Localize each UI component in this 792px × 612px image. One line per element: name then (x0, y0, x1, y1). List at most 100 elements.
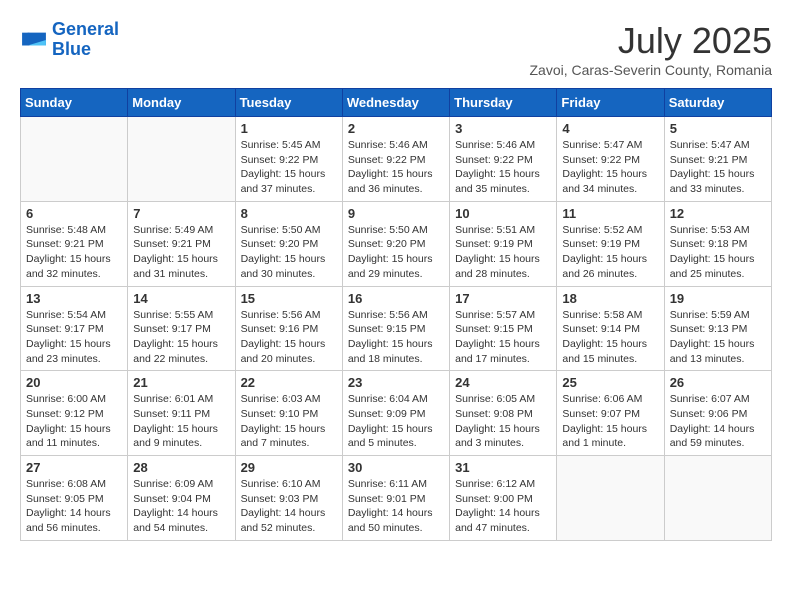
day-info: Sunrise: 5:45 AM Sunset: 9:22 PM Dayligh… (241, 138, 337, 197)
day-info: Sunrise: 6:11 AM Sunset: 9:01 PM Dayligh… (348, 477, 444, 536)
day-number: 10 (455, 206, 551, 221)
calendar-cell: 7Sunrise: 5:49 AM Sunset: 9:21 PM Daylig… (128, 201, 235, 286)
day-info: Sunrise: 6:09 AM Sunset: 9:04 PM Dayligh… (133, 477, 229, 536)
logo-icon (20, 29, 48, 51)
day-info: Sunrise: 5:52 AM Sunset: 9:19 PM Dayligh… (562, 223, 658, 282)
week-row-3: 13 Sunrise: 5:54 AM Sunset: 9:17 PM Dayli… (21, 286, 772, 371)
weekday-header-wednesday: Wednesday (342, 89, 449, 117)
day-info: Sunrise: 5:58 AM Sunset: 9:14 PM Dayligh… (562, 308, 658, 367)
calendar-cell: 11 Sunrise: 5:52 AM Sunset: 9:19 PM Dayli… (557, 201, 664, 286)
calendar-cell: 20Sunrise: 6:00 AM Sunset: 9:12 PM Dayli… (21, 371, 128, 456)
day-number: 28 (133, 460, 229, 475)
day-number: 20 (26, 375, 122, 390)
day-number: 9 (348, 206, 444, 221)
calendar-cell: 16 Sunrise: 5:56 AM Sunset: 9:15 PM Dayli… (342, 286, 449, 371)
day-info: Sunrise: 5:51 AM Sunset: 9:19 PM Dayligh… (455, 223, 551, 282)
calendar-cell: 17 Sunrise: 5:57 AM Sunset: 9:15 PM Dayli… (450, 286, 557, 371)
day-number: 19 (670, 291, 766, 306)
weekday-header-tuesday: Tuesday (235, 89, 342, 117)
day-number: 26 (670, 375, 766, 390)
calendar-cell: 15 Sunrise: 5:56 AM Sunset: 9:16 PM Dayli… (235, 286, 342, 371)
logo-line1: General (52, 19, 119, 39)
day-number: 2 (348, 121, 444, 136)
day-info: Sunrise: 5:50 AM Sunset: 9:20 PM Dayligh… (241, 223, 337, 282)
day-info: Sunrise: 5:54 AM Sunset: 9:17 PM Dayligh… (26, 308, 122, 367)
calendar-cell (664, 456, 771, 541)
calendar-cell: 31 Sunrise: 6:12 AM Sunset: 9:00 PM Dayli… (450, 456, 557, 541)
day-number: 8 (241, 206, 337, 221)
day-number: 23 (348, 375, 444, 390)
day-number: 27 (26, 460, 122, 475)
day-info: Sunrise: 6:06 AM Sunset: 9:07 PM Dayligh… (562, 392, 658, 451)
day-info: Sunrise: 6:03 AM Sunset: 9:10 PM Dayligh… (241, 392, 337, 451)
calendar-cell: 12Sunrise: 5:53 AM Sunset: 9:18 PM Dayli… (664, 201, 771, 286)
calendar-cell (128, 117, 235, 202)
day-info: Sunrise: 6:10 AM Sunset: 9:03 PM Dayligh… (241, 477, 337, 536)
day-number: 3 (455, 121, 551, 136)
day-info: Sunrise: 5:57 AM Sunset: 9:15 PM Dayligh… (455, 308, 551, 367)
day-info: Sunrise: 5:50 AM Sunset: 9:20 PM Dayligh… (348, 223, 444, 282)
day-number: 1 (241, 121, 337, 136)
day-info: Sunrise: 5:55 AM Sunset: 9:17 PM Dayligh… (133, 308, 229, 367)
day-info: Sunrise: 6:04 AM Sunset: 9:09 PM Dayligh… (348, 392, 444, 451)
day-number: 16 (348, 291, 444, 306)
day-number: 6 (26, 206, 122, 221)
weekday-header-saturday: Saturday (664, 89, 771, 117)
calendar-cell: 8 Sunrise: 5:50 AM Sunset: 9:20 PM Daylig… (235, 201, 342, 286)
calendar-cell: 27 Sunrise: 6:08 AM Sunset: 9:05 PM Dayli… (21, 456, 128, 541)
day-info: Sunrise: 6:08 AM Sunset: 9:05 PM Dayligh… (26, 477, 122, 536)
calendar-title: July 2025 (529, 20, 772, 62)
calendar-cell: 18 Sunrise: 5:58 AM Sunset: 9:14 PM Dayli… (557, 286, 664, 371)
calendar-cell (21, 117, 128, 202)
day-number: 22 (241, 375, 337, 390)
calendar-cell: 5Sunrise: 5:47 AM Sunset: 9:21 PM Daylig… (664, 117, 771, 202)
day-number: 11 (562, 206, 658, 221)
calendar-cell: 23 Sunrise: 6:04 AM Sunset: 9:09 PM Dayli… (342, 371, 449, 456)
day-number: 15 (241, 291, 337, 306)
calendar-cell (557, 456, 664, 541)
calendar-cell: 22 Sunrise: 6:03 AM Sunset: 9:10 PM Dayli… (235, 371, 342, 456)
logo-text: General Blue (52, 20, 119, 60)
day-info: Sunrise: 5:53 AM Sunset: 9:18 PM Dayligh… (670, 223, 766, 282)
week-row-1: 1 Sunrise: 5:45 AM Sunset: 9:22 PM Daylig… (21, 117, 772, 202)
logo-line2: Blue (52, 39, 91, 59)
calendar-subtitle: Zavoi, Caras-Severin County, Romania (529, 62, 772, 78)
calendar-cell: 13 Sunrise: 5:54 AM Sunset: 9:17 PM Dayli… (21, 286, 128, 371)
weekday-header-friday: Friday (557, 89, 664, 117)
calendar-cell: 30 Sunrise: 6:11 AM Sunset: 9:01 PM Dayli… (342, 456, 449, 541)
day-number: 24 (455, 375, 551, 390)
calendar-cell: 19 Sunrise: 5:59 AM Sunset: 9:13 PM Dayli… (664, 286, 771, 371)
day-info: Sunrise: 5:59 AM Sunset: 9:13 PM Dayligh… (670, 308, 766, 367)
day-info: Sunrise: 5:46 AM Sunset: 9:22 PM Dayligh… (455, 138, 551, 197)
day-info: Sunrise: 5:56 AM Sunset: 9:15 PM Dayligh… (348, 308, 444, 367)
day-number: 21 (133, 375, 229, 390)
calendar-cell: 29Sunrise: 6:10 AM Sunset: 9:03 PM Dayli… (235, 456, 342, 541)
day-info: Sunrise: 6:12 AM Sunset: 9:00 PM Dayligh… (455, 477, 551, 536)
calendar-cell: 10 Sunrise: 5:51 AM Sunset: 9:19 PM Dayli… (450, 201, 557, 286)
day-info: Sunrise: 5:46 AM Sunset: 9:22 PM Dayligh… (348, 138, 444, 197)
day-number: 18 (562, 291, 658, 306)
weekday-header-monday: Monday (128, 89, 235, 117)
page-header: General Blue July 2025 Zavoi, Caras-Seve… (20, 20, 772, 78)
weekday-header-thursday: Thursday (450, 89, 557, 117)
weekday-header-sunday: Sunday (21, 89, 128, 117)
calendar-cell: 9 Sunrise: 5:50 AM Sunset: 9:20 PM Daylig… (342, 201, 449, 286)
calendar-cell: 14Sunrise: 5:55 AM Sunset: 9:17 PM Dayli… (128, 286, 235, 371)
day-info: Sunrise: 6:01 AM Sunset: 9:11 PM Dayligh… (133, 392, 229, 451)
calendar-cell: 28 Sunrise: 6:09 AM Sunset: 9:04 PM Dayli… (128, 456, 235, 541)
calendar-cell: 26Sunrise: 6:07 AM Sunset: 9:06 PM Dayli… (664, 371, 771, 456)
day-number: 17 (455, 291, 551, 306)
day-info: Sunrise: 5:56 AM Sunset: 9:16 PM Dayligh… (241, 308, 337, 367)
day-number: 31 (455, 460, 551, 475)
calendar-cell: 24Sunrise: 6:05 AM Sunset: 9:08 PM Dayli… (450, 371, 557, 456)
week-row-4: 20Sunrise: 6:00 AM Sunset: 9:12 PM Dayli… (21, 371, 772, 456)
calendar-cell: 6Sunrise: 5:48 AM Sunset: 9:21 PM Daylig… (21, 201, 128, 286)
day-number: 30 (348, 460, 444, 475)
calendar-table: SundayMondayTuesdayWednesdayThursdayFrid… (20, 88, 772, 541)
week-row-2: 6Sunrise: 5:48 AM Sunset: 9:21 PM Daylig… (21, 201, 772, 286)
title-block: July 2025 Zavoi, Caras-Severin County, R… (529, 20, 772, 78)
day-number: 13 (26, 291, 122, 306)
day-number: 25 (562, 375, 658, 390)
day-info: Sunrise: 5:49 AM Sunset: 9:21 PM Dayligh… (133, 223, 229, 282)
calendar-cell: 25 Sunrise: 6:06 AM Sunset: 9:07 PM Dayli… (557, 371, 664, 456)
